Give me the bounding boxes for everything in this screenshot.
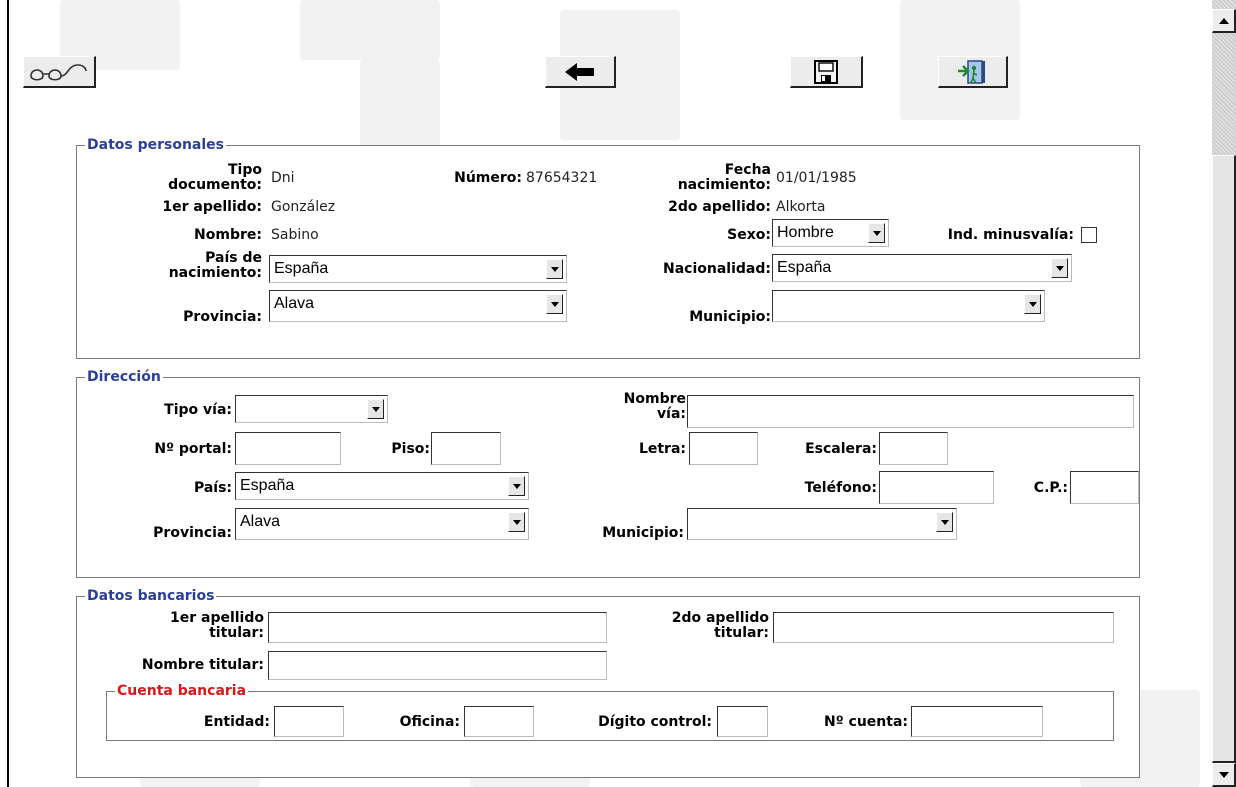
phone-input[interactable] xyxy=(879,471,994,504)
personal-data-legend: Datos personales xyxy=(85,136,226,154)
province-select-value: Alava xyxy=(274,295,315,312)
letter-label: Letra: xyxy=(638,441,686,457)
postal-code-input[interactable] xyxy=(1070,471,1139,504)
phone-label: Teléfono: xyxy=(804,480,877,496)
chevron-down-icon[interactable] xyxy=(367,399,384,419)
nationality-select[interactable]: España xyxy=(772,254,1072,282)
office-input[interactable] xyxy=(464,706,534,737)
entity-input[interactable] xyxy=(274,706,344,737)
entity-label: Entidad: xyxy=(203,714,270,730)
scroll-down-button[interactable] xyxy=(1212,763,1236,787)
first-surname-label: 1er apellido: xyxy=(162,199,262,215)
address-municipality-select[interactable] xyxy=(687,508,957,540)
document-type-value: Dni xyxy=(271,170,295,186)
address-country-label: País: xyxy=(193,480,232,496)
second-surname-value: Alkorta xyxy=(776,199,826,215)
office-label: Oficina: xyxy=(399,714,460,730)
holder-second-surname-input[interactable] xyxy=(773,612,1114,643)
number-label: Número: xyxy=(454,170,522,186)
arrow-left-icon xyxy=(565,62,594,81)
street-type-select[interactable] xyxy=(235,395,388,423)
province-label: Provincia: xyxy=(183,309,262,325)
birth-country-select-value: España xyxy=(274,260,329,277)
chevron-down-icon[interactable] xyxy=(868,223,885,243)
control-digit-label: Dígito control: xyxy=(598,714,712,730)
bank-data-legend: Datos bancarios xyxy=(85,587,217,605)
bank-account-legend: Cuenta bancaria xyxy=(115,682,249,700)
exit-door-icon xyxy=(957,59,985,84)
birth-date-label: Fecha nacimiento: xyxy=(677,162,771,193)
address-province-label: Provincia: xyxy=(153,525,232,541)
nationality-select-value: España xyxy=(777,259,832,276)
province-select[interactable]: Alava xyxy=(269,290,567,322)
address-province-select[interactable]: Alava xyxy=(235,508,529,540)
view-button[interactable] xyxy=(23,56,96,88)
scrollbar-thumb[interactable] xyxy=(1212,155,1236,763)
holder-first-surname-input[interactable] xyxy=(268,612,607,643)
address-country-select[interactable]: España xyxy=(235,472,529,500)
address-province-select-value: Alava xyxy=(240,513,281,530)
sex-select[interactable]: Hombre xyxy=(772,219,889,247)
save-button[interactable] xyxy=(790,56,863,88)
chevron-down-icon[interactable] xyxy=(508,512,525,532)
birth-date-value: 01/01/1985 xyxy=(776,170,857,186)
address-municipality-label: Municipio: xyxy=(602,525,684,541)
scroll-up-button[interactable] xyxy=(1212,9,1236,33)
birth-country-select[interactable]: España xyxy=(269,255,567,283)
staircase-input[interactable] xyxy=(879,432,948,465)
glasses-icon xyxy=(30,63,87,81)
address-legend: Dirección xyxy=(85,368,163,386)
second-surname-label: 2do apellido: xyxy=(668,199,771,215)
municipality-label: Municipio: xyxy=(689,309,771,325)
chevron-down-icon[interactable] xyxy=(936,512,953,532)
holder-name-input[interactable] xyxy=(268,651,607,680)
document-type-label: Tipo documento: xyxy=(168,162,262,193)
floor-input[interactable] xyxy=(431,432,501,465)
street-type-label: Tipo vía: xyxy=(164,402,232,418)
account-number-label: Nº cuenta: xyxy=(824,714,908,730)
control-digit-input[interactable] xyxy=(717,706,768,737)
sex-label: Sexo: xyxy=(727,227,771,243)
name-value: Sabino xyxy=(271,227,319,243)
back-button[interactable] xyxy=(545,56,616,88)
first-surname-value: González xyxy=(271,199,336,215)
letter-input[interactable] xyxy=(689,432,758,465)
municipality-select[interactable] xyxy=(772,290,1045,322)
portal-label: Nº portal: xyxy=(154,441,232,457)
floor-label: Piso: xyxy=(391,441,430,457)
exit-button[interactable] xyxy=(938,56,1008,88)
holder-name-label: Nombre titular: xyxy=(141,657,264,673)
disability-label: Ind. minusvalía: xyxy=(947,227,1074,243)
chevron-down-icon[interactable] xyxy=(1051,258,1068,278)
staircase-label: Escalera: xyxy=(805,441,877,457)
postal-code-label: C.P.: xyxy=(1033,480,1068,496)
window-left-edge xyxy=(0,0,9,787)
disability-checkbox[interactable] xyxy=(1081,227,1097,243)
birth-country-label: País de nacimiento: xyxy=(168,250,262,281)
holder-first-surname-label: 1er apellido titular: xyxy=(169,610,264,641)
chevron-down-icon[interactable] xyxy=(1024,294,1041,314)
sex-select-value: Hombre xyxy=(777,224,834,241)
street-name-label: Nombre vía: xyxy=(623,391,686,422)
chevron-down-icon[interactable] xyxy=(546,259,563,279)
account-number-input[interactable] xyxy=(911,706,1043,737)
address-country-select-value: España xyxy=(240,477,295,494)
chevron-down-icon[interactable] xyxy=(546,294,563,314)
holder-second-surname-label: 2do apellido titular: xyxy=(671,610,769,641)
number-value: 87654321 xyxy=(526,170,598,186)
street-name-input[interactable] xyxy=(687,395,1134,428)
name-label: Nombre: xyxy=(194,227,262,243)
chevron-down-icon[interactable] xyxy=(508,476,525,496)
floppy-disk-icon xyxy=(814,59,838,84)
portal-input[interactable] xyxy=(235,432,341,465)
nationality-label: Nacionalidad: xyxy=(663,261,771,277)
